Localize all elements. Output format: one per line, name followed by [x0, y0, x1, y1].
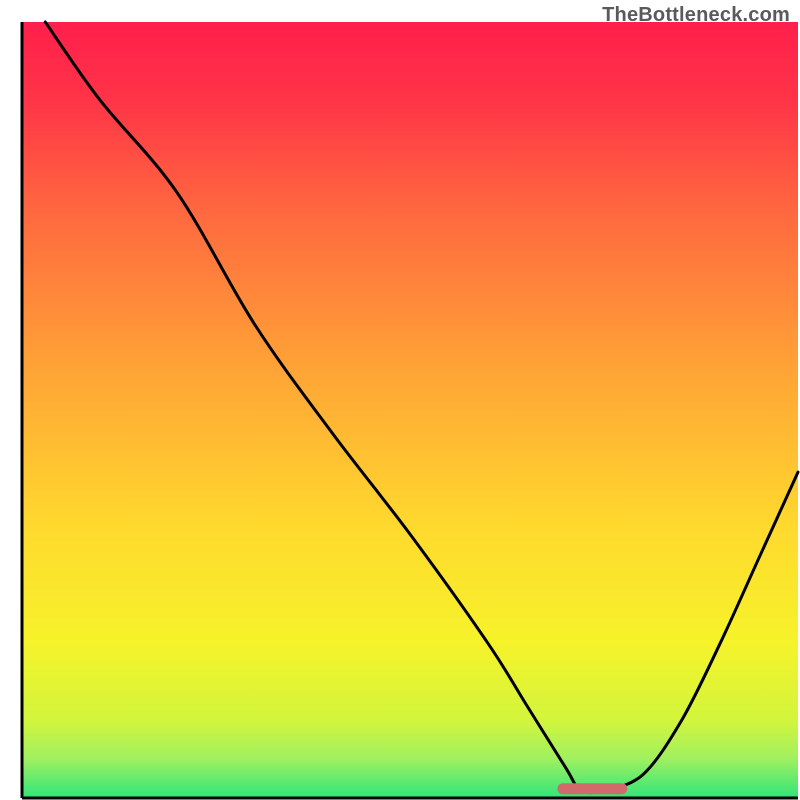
bottleneck-chart: TheBottleneck.com	[0, 0, 800, 800]
chart-svg	[0, 0, 800, 800]
plot-background	[22, 22, 798, 798]
watermark-text: TheBottleneck.com	[602, 4, 790, 27]
optimal-marker	[557, 783, 627, 794]
